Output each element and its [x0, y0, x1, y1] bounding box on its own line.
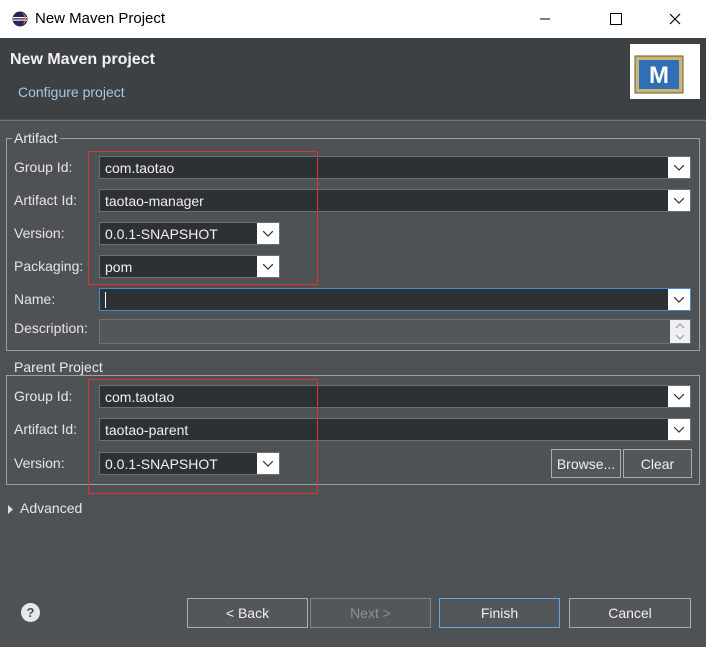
close-button[interactable] [652, 0, 698, 38]
chevron-down-icon[interactable] [668, 157, 690, 178]
version-value: 0.0.1-SNAPSHOT [105, 226, 218, 242]
description-label: Description: [14, 320, 88, 336]
maximize-icon [610, 13, 622, 25]
cancel-button[interactable]: Cancel [569, 598, 691, 628]
group-id-combo[interactable]: com.taotao [99, 156, 691, 179]
parent-artifact-id-label: Artifact Id: [14, 421, 78, 437]
packaging-label: Packaging: [14, 258, 84, 274]
minimize-icon [540, 18, 550, 20]
artifact-id-value: taotao-manager [105, 193, 204, 209]
maven-logo-icon: M [634, 55, 684, 94]
parent-version-combo[interactable]: 0.0.1-SNAPSHOT [99, 452, 280, 475]
advanced-label: Advanced [20, 500, 83, 516]
expand-arrow-icon [8, 504, 13, 514]
page-title: New Maven project [10, 51, 155, 68]
advanced-section-toggle[interactable]: Advanced [8, 500, 82, 516]
svg-text:M: M [649, 62, 669, 89]
page-description: Configure project [18, 84, 125, 100]
help-icon: ? [26, 605, 35, 620]
title-bar: New Maven Project [0, 0, 706, 38]
packaging-value: pom [105, 259, 133, 275]
minimize-button[interactable] [522, 0, 568, 38]
group-id-value: com.taotao [105, 160, 175, 176]
eclipse-icon [12, 11, 28, 27]
scroll-arrows-icon [675, 323, 685, 340]
group-id-label: Group Id: [14, 159, 73, 175]
clear-button[interactable]: Clear [623, 449, 692, 478]
parent-artifact-id-combo[interactable]: taotao-parent [99, 418, 691, 441]
window-title: New Maven Project [35, 10, 166, 27]
packaging-combo[interactable]: pom [99, 255, 280, 278]
text-cursor [105, 292, 106, 308]
maximize-button[interactable] [593, 0, 639, 38]
help-button[interactable]: ? [21, 603, 40, 622]
chevron-down-icon[interactable] [668, 419, 690, 440]
browse-button[interactable]: Browse... [551, 449, 621, 478]
chevron-down-icon[interactable] [668, 190, 690, 211]
artifact-id-combo[interactable]: taotao-manager [99, 189, 691, 212]
finish-button[interactable]: Finish [439, 598, 560, 628]
next-button[interactable]: Next > [310, 598, 431, 628]
textarea-scrollbar[interactable] [670, 320, 690, 343]
parent-version-value: 0.0.1-SNAPSHOT [105, 456, 218, 472]
chevron-down-icon[interactable] [668, 289, 690, 310]
parent-artifact-id-value: taotao-parent [105, 422, 189, 438]
chevron-down-icon[interactable] [257, 256, 279, 277]
back-button[interactable]: < Back [187, 598, 308, 628]
chevron-down-icon[interactable] [668, 386, 690, 407]
chevron-down-icon[interactable] [257, 453, 279, 474]
chevron-down-icon[interactable] [257, 223, 279, 244]
maven-logo: M [630, 44, 700, 99]
wizard-banner: New Maven project Configure project M [0, 38, 706, 119]
parent-group-id-label: Group Id: [14, 388, 73, 404]
parent-group-id-value: com.taotao [105, 389, 175, 405]
parent-group-id-combo[interactable]: com.taotao [99, 385, 691, 408]
version-combo[interactable]: 0.0.1-SNAPSHOT [99, 222, 280, 245]
parent-version-label: Version: [14, 455, 65, 471]
artifact-group-title: Artifact [12, 130, 60, 146]
close-icon [669, 13, 681, 25]
name-label: Name: [14, 291, 56, 307]
banner-separator [0, 120, 706, 121]
version-label: Version: [14, 225, 65, 241]
artifact-id-label: Artifact Id: [14, 192, 78, 208]
parent-project-group-title: Parent Project [12, 359, 105, 375]
name-combo[interactable] [99, 288, 691, 311]
description-textarea[interactable] [99, 319, 691, 344]
